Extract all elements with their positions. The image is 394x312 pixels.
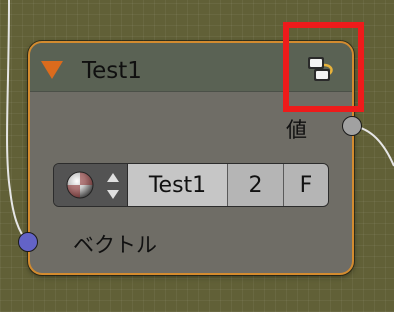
node-title: Test1 (82, 58, 142, 84)
datablock-name-field[interactable]: Test1 (128, 164, 228, 206)
up-down-arrows-icon (107, 173, 119, 199)
datablock-users-count[interactable]: 2 (228, 164, 284, 206)
material-sphere-icon (66, 171, 94, 199)
input-link-wire (6, 0, 29, 243)
output-socket-value[interactable] (342, 116, 362, 136)
input-label-vector: ベクトル (73, 233, 157, 257)
node-header[interactable]: Test1 (30, 43, 352, 92)
datablock-selector[interactable]: Test1 2 F (53, 163, 329, 207)
node-tree-icon[interactable] (304, 53, 338, 85)
input-socket-vector[interactable] (18, 232, 38, 252)
datablock-browse-button[interactable] (54, 164, 128, 206)
group-node[interactable]: Test1 値 ベクトル (28, 41, 354, 275)
output-label-value: 値 (286, 118, 307, 142)
triangle-down-icon[interactable] (41, 61, 63, 79)
fake-user-button[interactable]: F (284, 164, 328, 206)
